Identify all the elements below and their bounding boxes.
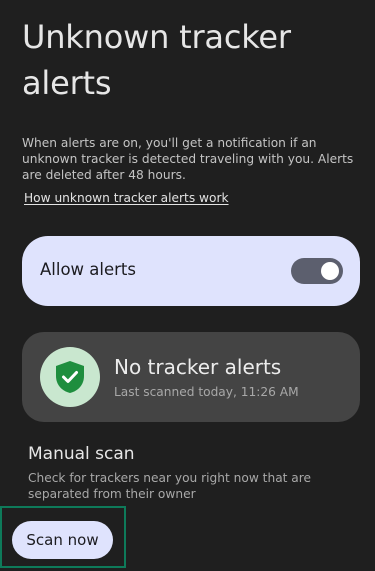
manual-scan-title: Manual scan bbox=[28, 444, 135, 464]
switch-knob bbox=[321, 262, 339, 280]
last-scanned-text: Last scanned today, 11:26 AM bbox=[114, 385, 299, 399]
tracker-status-card: No tracker alerts Last scanned today, 11… bbox=[22, 332, 360, 422]
status-title: No tracker alerts bbox=[114, 355, 282, 379]
shield-badge bbox=[40, 347, 100, 407]
page-description: When alerts are on, you'll get a notific… bbox=[22, 136, 354, 182]
manual-scan-description: Check for trackers near you right now th… bbox=[28, 471, 312, 501]
help-link[interactable]: How unknown tracker alerts work bbox=[24, 191, 229, 205]
page-title: Unknown tracker alerts bbox=[22, 18, 291, 102]
allow-alerts-switch[interactable] bbox=[291, 258, 343, 284]
allow-alerts-label: Allow alerts bbox=[40, 260, 136, 279]
allow-alerts-card[interactable]: Allow alerts bbox=[22, 236, 360, 306]
shield-check-icon bbox=[56, 361, 84, 393]
scan-now-button[interactable]: Scan now bbox=[12, 521, 113, 559]
